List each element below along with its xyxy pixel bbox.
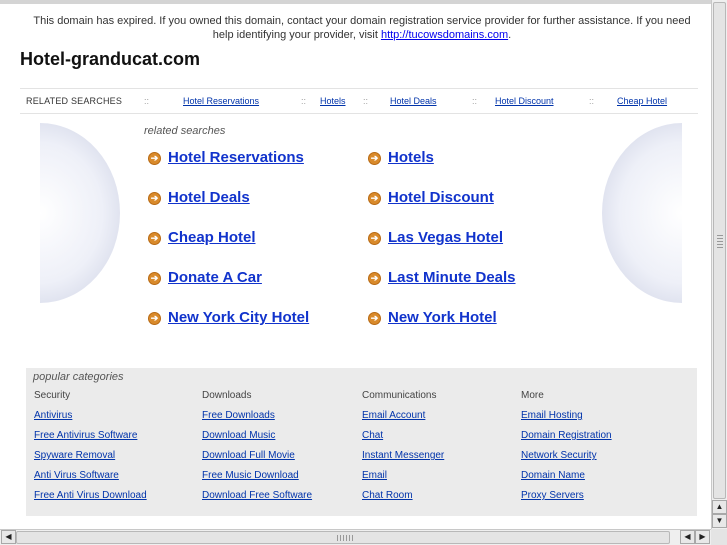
related-searches-bar: RELATED SEARCHES :: Hotel Reservations :… [20,88,698,114]
category-link[interactable]: Chat [362,430,383,441]
related-bar-link[interactable]: Hotels [320,95,346,107]
arrow-right-icon: ➔ [148,152,161,165]
scroll-right-button[interactable]: ▶ [695,530,710,544]
related-link-label[interactable]: Hotel Deals [168,189,250,207]
related-searches-label: RELATED SEARCHES [26,96,123,106]
separator: :: [589,96,595,106]
popular-categories-panel: popular categories Security Antivirus Fr… [26,368,697,516]
arrow-right-icon: ➔ [148,272,161,285]
arrow-right-icon: ➔ [368,312,381,325]
category-link[interactable]: Email Account [362,410,425,421]
scroll-left-button[interactable]: ◀ [1,530,16,544]
separator: :: [144,96,150,106]
scroll-left-button[interactable]: ◀ [680,530,695,544]
scroll-down-button[interactable]: ▼ [712,514,727,528]
scrollbar-corner [711,529,727,545]
category-link[interactable]: Antivirus [34,410,72,421]
arrow-right-icon: ➔ [368,272,381,285]
category-link[interactable]: Download Full Movie [202,450,295,461]
related-link-label[interactable]: New York City Hotel [168,309,309,327]
category-link[interactable]: Free Music Download [202,470,299,481]
category-link[interactable]: Network Security [521,450,597,461]
category-link[interactable]: Download Music [202,430,275,441]
arrow-right-icon: ➔ [148,192,161,205]
category-link[interactable]: Anti Virus Software [34,470,119,481]
arrow-right-icon: ➔ [368,232,381,245]
related-link-label[interactable]: Las Vegas Hotel [388,229,503,247]
related-link-label[interactable]: Last Minute Deals [388,269,516,287]
browser-viewport: This domain has expired. If you owned th… [0,0,711,529]
expiry-notice-end: . [508,29,512,41]
category-link[interactable]: Domain Registration [521,430,612,441]
related-bar-link[interactable]: Hotel Discount [495,95,554,107]
related-link-label[interactable]: Hotels [388,149,434,167]
related-bar-link[interactable]: Cheap Hotel [617,95,667,107]
decorative-disc-right [602,123,682,303]
separator: :: [363,96,369,106]
related-link-label[interactable]: Cheap Hotel [168,229,256,247]
horizontal-scrollbar[interactable]: ◀ ◀ ▶ [0,529,711,545]
category-link[interactable]: Free Anti Virus Download [34,490,147,501]
arrow-right-icon: ➔ [368,152,381,165]
category-heading-security: Security [34,390,71,401]
category-link[interactable]: Instant Messenger [362,450,444,461]
category-link[interactable]: Domain Name [521,470,585,481]
tucows-link[interactable]: http://tucowsdomains.com [381,29,508,41]
grip-icon [337,535,353,541]
category-link[interactable]: Email Hosting [521,410,583,421]
category-link[interactable]: Download Free Software [202,490,312,501]
category-link[interactable]: Spyware Removal [34,450,115,461]
related-bar-link[interactable]: Hotel Deals [390,95,437,107]
separator: :: [472,96,478,106]
category-link[interactable]: Proxy Servers [521,490,584,501]
site-title: Hotel-granducat.com [20,49,201,69]
category-link[interactable]: Email [362,470,387,481]
expiry-notice: This domain has expired. If you owned th… [24,14,700,42]
vertical-scroll-thumb[interactable] [713,2,726,499]
separator: :: [301,96,307,106]
decorative-disc-left [40,123,120,303]
related-bar-link[interactable]: Hotel Reservations [183,95,259,107]
category-heading-downloads: Downloads [202,390,252,401]
category-link[interactable]: Free Downloads [202,410,275,421]
related-link-label[interactable]: Donate A Car [168,269,262,287]
category-heading-more: More [521,390,544,401]
related-searches-caption: related searches [144,125,226,137]
top-border [0,0,711,4]
related-link-label[interactable]: New York Hotel [388,309,497,327]
grip-icon [717,235,723,249]
arrow-right-icon: ➔ [368,192,381,205]
category-heading-communications: Communications [362,390,437,401]
arrow-right-icon: ➔ [148,232,161,245]
scroll-up-button[interactable]: ▲ [712,500,727,514]
expiry-notice-text: This domain has expired. If you owned th… [33,15,691,41]
vertical-scrollbar[interactable]: ▲ ▼ [711,0,727,529]
popular-categories-caption: popular categories [33,371,124,383]
related-link-label[interactable]: Hotel Discount [388,189,494,207]
arrow-right-icon: ➔ [148,312,161,325]
category-link[interactable]: Chat Room [362,490,413,501]
category-link[interactable]: Free Antivirus Software [34,430,137,441]
related-link-label[interactable]: Hotel Reservations [168,149,304,167]
horizontal-scroll-thumb[interactable] [16,531,670,544]
